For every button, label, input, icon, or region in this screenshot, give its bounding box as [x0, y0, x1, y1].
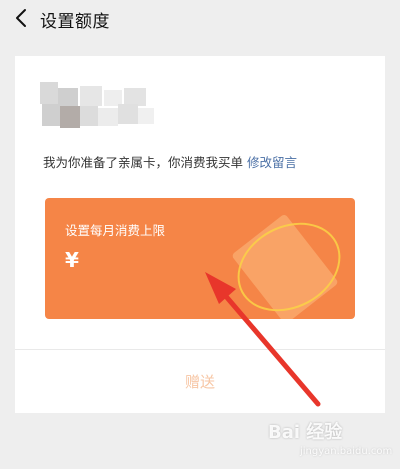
watermark-logo: Bai 经验: [268, 422, 343, 443]
family-card-panel: 我为你准备了亲属卡，你消费我买单 修改留言 设置每月消费上限 ¥ 赠送: [15, 56, 385, 413]
monthly-limit-label: 设置每月消费上限: [65, 223, 166, 238]
chevron-left-icon: [16, 9, 26, 27]
gift-button[interactable]: 赠送: [15, 350, 385, 413]
card-message: 我为你准备了亲属卡，你消费我买单 修改留言: [43, 152, 297, 171]
message-text: 我为你准备了亲属卡，你消费我买单: [43, 155, 244, 170]
monthly-limit-card[interactable]: 设置每月消费上限 ¥: [45, 198, 355, 319]
back-button[interactable]: [10, 6, 32, 30]
watermark-url: jingyan.baidu.com: [300, 446, 393, 457]
page-title: 设置额度: [40, 12, 110, 32]
edit-message-link[interactable]: 修改留言: [247, 155, 297, 170]
top-nav-bar: 设置额度: [0, 0, 400, 38]
avatar: [40, 82, 160, 128]
currency-symbol: ¥: [65, 248, 79, 272]
